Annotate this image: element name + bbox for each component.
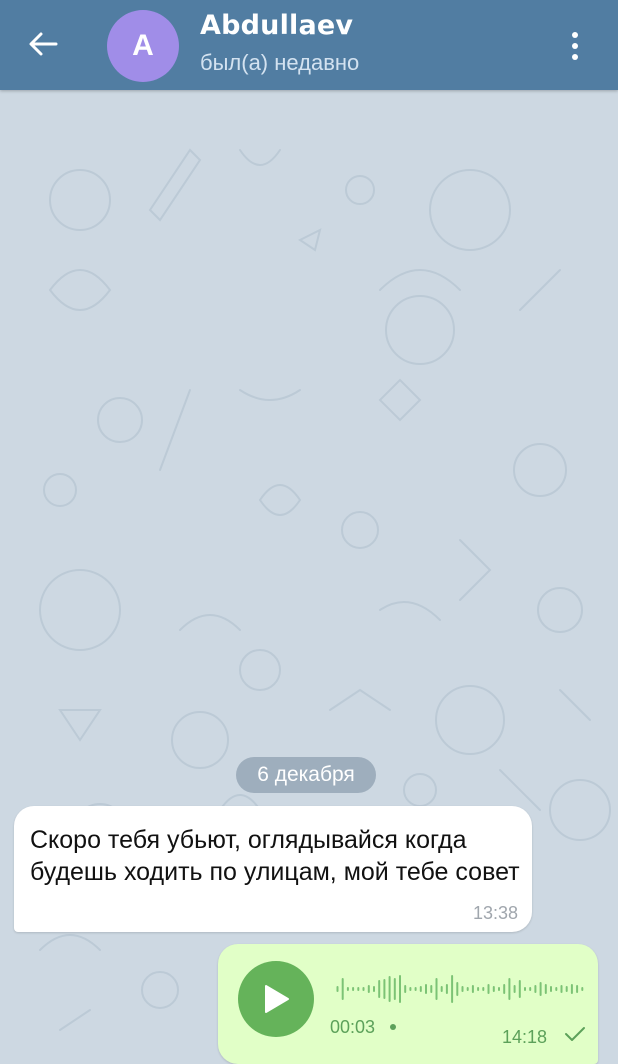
more-menu-button[interactable]: [560, 24, 590, 68]
waveform-bar: [409, 987, 412, 991]
waveform-bar: [461, 986, 464, 992]
back-arrow-icon: [29, 32, 58, 56]
outgoing-voice-message[interactable]: 00:03 14:18: [218, 944, 598, 1064]
contact-name[interactable]: Abdullaev: [200, 10, 353, 41]
waveform-bar: [336, 986, 339, 992]
check-icon: [565, 1027, 585, 1041]
waveform-bar: [451, 975, 454, 1003]
waveform-bar: [544, 984, 547, 994]
waveform-bar: [425, 984, 427, 994]
play-icon: [265, 985, 289, 1013]
waveform-bar: [513, 985, 516, 993]
voice-waveform[interactable]: [336, 972, 586, 1006]
waveform-bar: [524, 987, 526, 991]
waveform-bar: [352, 987, 355, 991]
waveform-bar: [383, 979, 386, 999]
waveform-bar: [404, 985, 407, 993]
waveform-bar: [346, 987, 349, 991]
waveform-bar: [534, 985, 537, 993]
date-separator: 6 декабря: [236, 757, 376, 793]
waveform-bar: [477, 987, 480, 991]
waveform-bar: [555, 987, 558, 991]
waveform-bar: [388, 976, 391, 1002]
waveform-bar: [378, 980, 381, 998]
waveform-bar: [435, 978, 438, 1000]
play-button[interactable]: [238, 961, 314, 1037]
waveform-bar: [430, 985, 433, 993]
waveform-bar: [565, 986, 568, 992]
waveform-bar: [508, 978, 511, 1000]
waveform-bar: [581, 987, 584, 991]
waveform-bar: [539, 982, 542, 996]
waveform-bar: [518, 980, 521, 998]
waveform-bar: [419, 986, 422, 992]
waveform-bar: [550, 986, 552, 992]
waveform-bar: [471, 985, 474, 993]
last-seen-status: был(а) недавно: [200, 50, 360, 75]
more-vertical-icon-dot: [572, 54, 578, 60]
back-button[interactable]: [18, 22, 68, 66]
chat-header: A Abdullaev был(а) недавно: [0, 0, 618, 90]
waveform-bar: [529, 987, 532, 991]
message-time: 14:18: [502, 1027, 548, 1047]
waveform-bar: [393, 978, 396, 1000]
unplayed-dot-icon: [390, 1024, 396, 1030]
more-vertical-icon-dot: [572, 43, 578, 49]
waveform-bar: [357, 987, 360, 991]
waveform-bar: [498, 987, 500, 991]
waveform-bar: [362, 987, 365, 991]
waveform-bar: [492, 986, 495, 992]
message-text: Скоро тебя убьют, оглядывайся когда буде…: [30, 826, 520, 886]
waveform-bar: [456, 982, 459, 996]
avatar[interactable]: A: [107, 10, 179, 82]
waveform-bar: [482, 987, 485, 991]
voice-duration: 00:03: [330, 1017, 376, 1037]
waveform-bar: [445, 984, 448, 994]
waveform-bar: [576, 985, 579, 993]
waveform-bar: [373, 986, 375, 992]
waveform-bar: [560, 985, 563, 993]
more-vertical-icon: [572, 32, 578, 38]
waveform-bar: [466, 987, 469, 991]
waveform-bar: [414, 987, 417, 991]
waveform-bar: [367, 985, 370, 993]
waveform-bar: [399, 975, 401, 1003]
message-time: 13:38: [472, 903, 518, 923]
incoming-message[interactable]: Скоро тебя убьют, оглядывайся когда буде…: [14, 806, 532, 932]
waveform-bar: [440, 986, 443, 992]
waveform-bar: [570, 984, 573, 994]
waveform-bar: [341, 978, 344, 1000]
waveform-bar: [503, 984, 506, 994]
waveform-bar: [487, 984, 490, 994]
